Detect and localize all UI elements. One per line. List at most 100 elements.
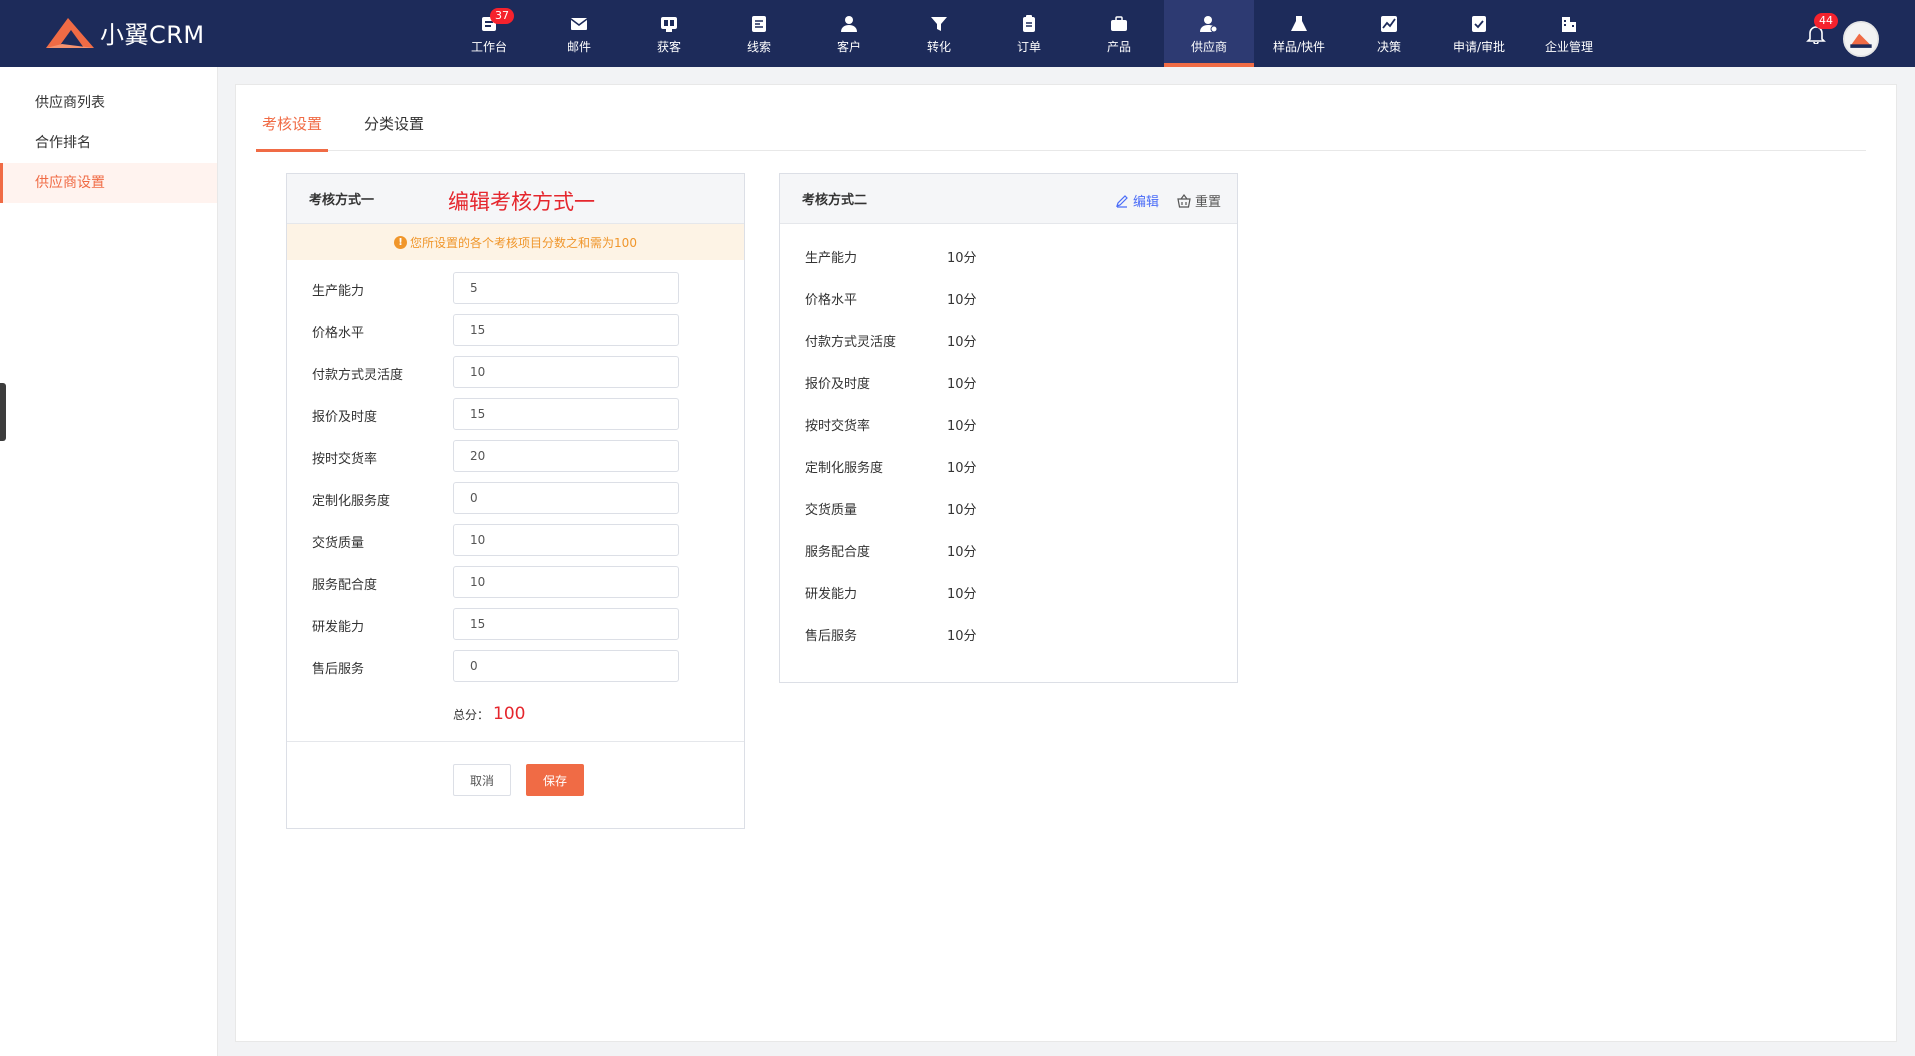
cancel-button[interactable]: 取消 [453, 764, 511, 796]
score-input[interactable] [453, 356, 679, 388]
funnel-icon [929, 14, 949, 34]
nav-label: 订单 [1016, 40, 1041, 54]
acquire-icon [659, 14, 679, 34]
score-item-row: 研发能力 10分 [780, 583, 1237, 603]
nav-item-acquire[interactable]: 获客 [624, 0, 714, 67]
nav-item-company[interactable]: 企业管理 [1524, 0, 1614, 67]
tab-category-settings[interactable]: 分类设置 [358, 111, 430, 151]
edit-label: 编辑 [1132, 195, 1159, 210]
score-field-label: 报价及时度 [312, 410, 378, 425]
nav-label: 样品/快件 [1272, 40, 1326, 54]
method-two-panel: 考核方式二 编辑 重置 生产能力 10分 价格水平 10分 付款方式灵活度 10分 报价及时… [779, 173, 1238, 683]
score-item-value: 10分 [947, 587, 977, 602]
warning-icon: ! [394, 235, 408, 249]
score-input[interactable] [453, 482, 679, 514]
sidebar-item-cooperation-ranking[interactable]: 合作排名 [0, 123, 217, 163]
score-item-row: 交货质量 10分 [780, 499, 1237, 519]
building-icon [1559, 14, 1579, 34]
score-input[interactable] [453, 398, 679, 430]
sidebar-item-supplier-list[interactable]: 供应商列表 [0, 83, 217, 123]
score-item-label: 服务配合度 [805, 545, 871, 560]
nav-item-leads[interactable]: 线索 [714, 0, 804, 67]
tab-assessment-settings[interactable]: 考核设置 [256, 111, 329, 152]
score-field-label: 服务配合度 [312, 578, 378, 593]
nav-label: 获客 [656, 40, 681, 54]
save-button[interactable]: 保存 [526, 764, 584, 796]
method-one-title: 考核方式一 [309, 193, 375, 208]
score-field-label: 付款方式灵活度 [312, 368, 404, 383]
score-item-row: 售后服务 10分 [780, 625, 1237, 645]
edit-heading: 编辑考核方式一 [448, 190, 595, 214]
score-item-value: 10分 [947, 461, 977, 476]
sidebar-collapse-handle[interactable] [0, 383, 6, 441]
avatar-image [1845, 23, 1877, 55]
reset-button[interactable]: 重置 [1177, 191, 1221, 210]
score-field-row: 交货质量 [287, 524, 744, 556]
chart-icon [1379, 14, 1399, 34]
score-field-label: 价格水平 [312, 326, 365, 341]
score-item-row: 按时交货率 10分 [780, 415, 1237, 435]
nav-item-decision[interactable]: 决策 [1344, 0, 1434, 67]
score-input[interactable] [453, 608, 679, 640]
notice-text: 您所设置的各个考核项目分数之和需为100 [410, 235, 637, 250]
score-item-row: 定制化服务度 10分 [780, 457, 1237, 477]
method-two-actions: 编辑 重置 [1097, 191, 1221, 210]
avatar[interactable] [1843, 21, 1879, 57]
score-item-label: 付款方式灵活度 [805, 335, 897, 350]
sidebar: 供应商列表 合作排名 供应商设置 [0, 67, 218, 1056]
logo-icon [46, 18, 94, 48]
nav-item-order[interactable]: 订单 [984, 0, 1074, 67]
nav-item-sample[interactable]: 样品/快件 [1254, 0, 1344, 67]
nav-label: 客户 [836, 40, 861, 54]
score-field-label: 交货质量 [312, 536, 365, 551]
score-input[interactable] [453, 272, 679, 304]
score-item-row: 服务配合度 10分 [780, 541, 1237, 561]
nav-item-approval[interactable]: 申请/审批 [1434, 0, 1524, 67]
score-item-value: 10分 [947, 293, 977, 308]
pencil-icon [1116, 194, 1128, 208]
app-logo[interactable]: 小翼CRM [44, 14, 205, 50]
score-item-label: 生产能力 [805, 251, 858, 266]
nav-item-workbench[interactable]: 工作台 37 [444, 0, 534, 67]
method-two-title: 考核方式二 [802, 193, 868, 208]
nav-label: 工作台 [470, 40, 507, 54]
score-field-label: 生产能力 [312, 284, 365, 299]
score-field-row: 研发能力 [287, 608, 744, 640]
score-input[interactable] [453, 524, 679, 556]
nav-label: 供应商 [1190, 40, 1227, 54]
notification-bell[interactable]: 44 [1806, 13, 1838, 46]
score-item-label: 研发能力 [805, 587, 858, 602]
score-input[interactable] [453, 314, 679, 346]
score-input[interactable] [453, 440, 679, 472]
clipboard-icon [1019, 14, 1039, 34]
nav-item-product[interactable]: 产品 [1074, 0, 1164, 67]
score-field-row: 按时交货率 [287, 440, 744, 472]
nav-item-supplier[interactable]: 供应商 [1164, 0, 1254, 67]
reset-label: 重置 [1194, 195, 1221, 210]
score-item-label: 售后服务 [805, 629, 858, 644]
edit-button[interactable]: 编辑 [1115, 191, 1159, 210]
score-field-label: 按时交货率 [312, 452, 378, 467]
nav-item-convert[interactable]: 转化 [894, 0, 984, 67]
total-score: 总分： 100 [453, 704, 525, 724]
score-item-value: 10分 [947, 335, 977, 350]
score-item-label: 定制化服务度 [805, 461, 884, 476]
nav-item-mail[interactable]: 邮件 [534, 0, 624, 67]
logo-text: 小翼CRM [100, 20, 205, 49]
sidebar-item-supplier-settings[interactable]: 供应商设置 [0, 163, 217, 203]
nav-label: 产品 [1106, 40, 1131, 54]
score-input[interactable] [453, 650, 679, 682]
customer-icon [839, 14, 859, 34]
total-value: 100 [493, 704, 526, 724]
workbench-badge: 37 [490, 8, 514, 24]
nav-label: 邮件 [566, 40, 591, 54]
score-item-value: 10分 [947, 251, 977, 266]
nav-item-customer[interactable]: 客户 [804, 0, 894, 67]
score-item-label: 价格水平 [805, 293, 858, 308]
score-input[interactable] [453, 566, 679, 598]
settings-tabs: 考核设置 分类设置 [256, 111, 1866, 152]
flask-icon [1289, 14, 1309, 34]
method-one-header: 考核方式一 编辑考核方式一 [287, 174, 744, 224]
mail-icon [569, 14, 589, 34]
score-notice: ! 您所设置的各个考核项目分数之和需为100 [287, 224, 744, 260]
